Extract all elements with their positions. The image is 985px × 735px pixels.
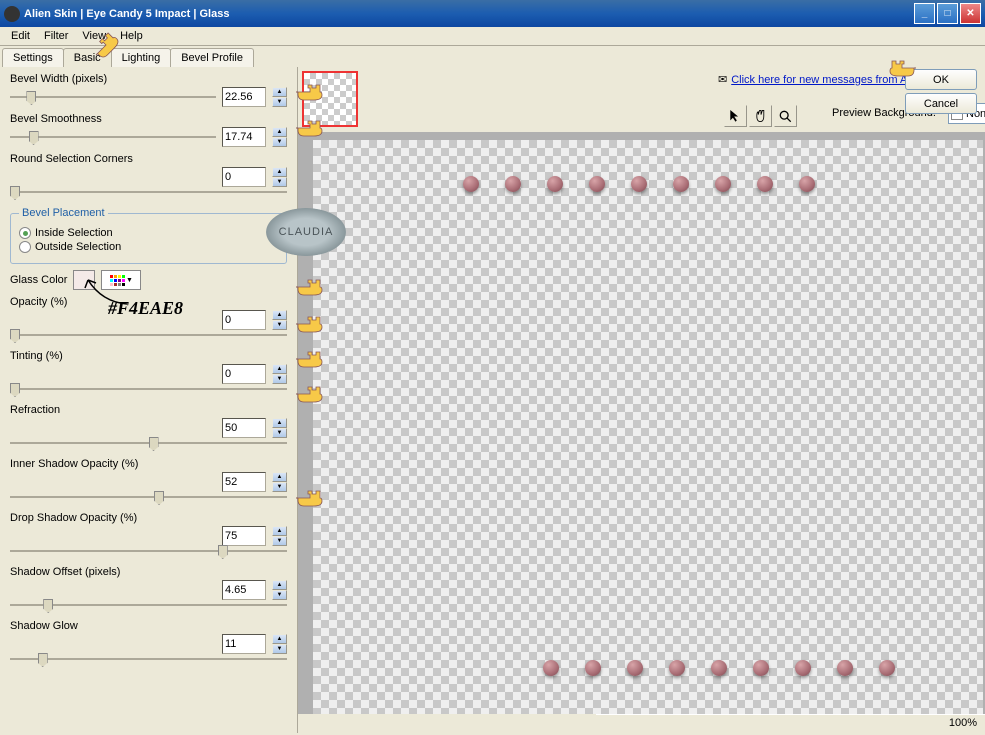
spinner-up[interactable]: ▲ <box>272 364 287 374</box>
bead <box>505 176 521 192</box>
zoom-level: 100% <box>949 717 977 731</box>
pointer-tool-icon[interactable] <box>724 105 747 127</box>
close-button[interactable]: ✕ <box>960 3 981 24</box>
spinner-up[interactable]: ▲ <box>272 310 287 320</box>
statusbar: 100% <box>596 714 985 733</box>
tab-bevel-profile[interactable]: Bevel Profile <box>170 48 254 67</box>
glass-color-swatch[interactable] <box>73 270 95 290</box>
minimize-button[interactable]: _ <box>914 3 935 24</box>
cancel-button[interactable]: Cancel <box>905 93 977 114</box>
ok-button[interactable]: OK <box>905 69 977 90</box>
tab-lighting[interactable]: Lighting <box>111 48 172 67</box>
shape-thumbnail[interactable] <box>302 71 358 127</box>
bevel-placement-group: Bevel Placement Inside Selection Outside… <box>10 207 287 264</box>
settings-panel: Bevel Width (pixels) ▲▼ Bevel Smoothness… <box>0 67 298 733</box>
bead <box>669 660 685 676</box>
inner-shadow-label: Inner Shadow Opacity (%) <box>10 458 287 470</box>
menu-help[interactable]: Help <box>113 28 150 44</box>
spinner-up[interactable]: ▲ <box>272 634 287 644</box>
preview-area: ✉ Click here for new messages from Alien… <box>298 67 985 733</box>
shadow-offset-slider[interactable] <box>10 596 287 614</box>
opacity-slider[interactable] <box>10 326 287 344</box>
shadow-offset-label: Shadow Offset (pixels) <box>10 566 287 578</box>
radio-inside-selection[interactable]: Inside Selection <box>19 227 278 239</box>
refraction-label: Refraction <box>10 404 287 416</box>
bead <box>589 176 605 192</box>
bead <box>757 176 773 192</box>
drop-shadow-label: Drop Shadow Opacity (%) <box>10 512 287 524</box>
spinner-down[interactable]: ▼ <box>272 97 287 107</box>
zoom-tool-icon[interactable] <box>774 105 797 127</box>
tinting-slider[interactable] <box>10 380 287 398</box>
spinner-down[interactable]: ▼ <box>272 137 287 147</box>
spinner-up[interactable]: ▲ <box>272 167 287 177</box>
tab-settings[interactable]: Settings <box>2 48 64 67</box>
bevel-smoothness-slider[interactable] <box>10 128 216 146</box>
bead <box>547 176 563 192</box>
menu-view[interactable]: View <box>75 28 113 44</box>
bead <box>711 660 727 676</box>
preview-canvas[interactable] <box>298 132 985 714</box>
hand-tool-icon[interactable] <box>749 105 772 127</box>
radio-icon <box>19 241 31 253</box>
bead <box>543 660 559 676</box>
bead <box>627 660 643 676</box>
shadow-glow-slider[interactable] <box>10 650 287 668</box>
bead <box>879 660 895 676</box>
glass-color-label: Glass Color <box>10 274 67 286</box>
bevel-smoothness-label: Bevel Smoothness <box>10 113 287 125</box>
color-picker-button[interactable]: ▼ <box>101 270 141 290</box>
round-corners-label: Round Selection Corners <box>10 153 287 165</box>
window-title: Alien Skin | Eye Candy 5 Impact | Glass <box>24 8 229 20</box>
bevel-width-label: Bevel Width (pixels) <box>10 73 287 85</box>
bead <box>673 176 689 192</box>
drop-shadow-slider[interactable] <box>10 542 287 560</box>
maximize-button[interactable]: □ <box>937 3 958 24</box>
shadow-glow-label: Shadow Glow <box>10 620 287 632</box>
tinting-label: Tinting (%) <box>10 350 287 362</box>
radio-icon <box>19 227 31 239</box>
preview-toolbar: ✉ Click here for new messages from Alien… <box>298 67 985 131</box>
bevel-placement-legend: Bevel Placement <box>19 207 108 219</box>
bevel-width-input[interactable] <box>222 87 266 107</box>
radio-outside-selection[interactable]: Outside Selection <box>19 241 278 253</box>
opacity-label: Opacity (%) <box>10 296 287 308</box>
bead <box>585 660 601 676</box>
refraction-slider[interactable] <box>10 434 287 452</box>
spinner-up[interactable]: ▲ <box>272 127 287 137</box>
spinner-up[interactable]: ▲ <box>272 418 287 428</box>
bead <box>795 660 811 676</box>
titlebar: Alien Skin | Eye Candy 5 Impact | Glass … <box>0 0 985 27</box>
spinner-up[interactable]: ▲ <box>272 526 287 536</box>
tabs-bar: Settings Basic Lighting Bevel Profile <box>2 48 985 67</box>
spinner-up[interactable]: ▲ <box>272 87 287 97</box>
menubar: Edit Filter View Help <box>0 27 985 46</box>
bead <box>753 660 769 676</box>
bevel-smoothness-input[interactable] <box>222 127 266 147</box>
tab-basic[interactable]: Basic <box>63 48 112 67</box>
spinner-up[interactable]: ▲ <box>272 472 287 482</box>
bead <box>463 176 479 192</box>
bead <box>837 660 853 676</box>
menu-filter[interactable]: Filter <box>37 28 75 44</box>
bead <box>631 176 647 192</box>
message-icon: ✉ <box>718 73 727 86</box>
inner-shadow-slider[interactable] <box>10 488 287 506</box>
bead <box>799 176 815 192</box>
spinner-up[interactable]: ▲ <box>272 580 287 590</box>
app-icon <box>4 6 20 22</box>
menu-edit[interactable]: Edit <box>4 28 37 44</box>
bevel-width-slider[interactable] <box>10 88 216 106</box>
bead <box>715 176 731 192</box>
round-corners-slider[interactable] <box>10 183 287 201</box>
